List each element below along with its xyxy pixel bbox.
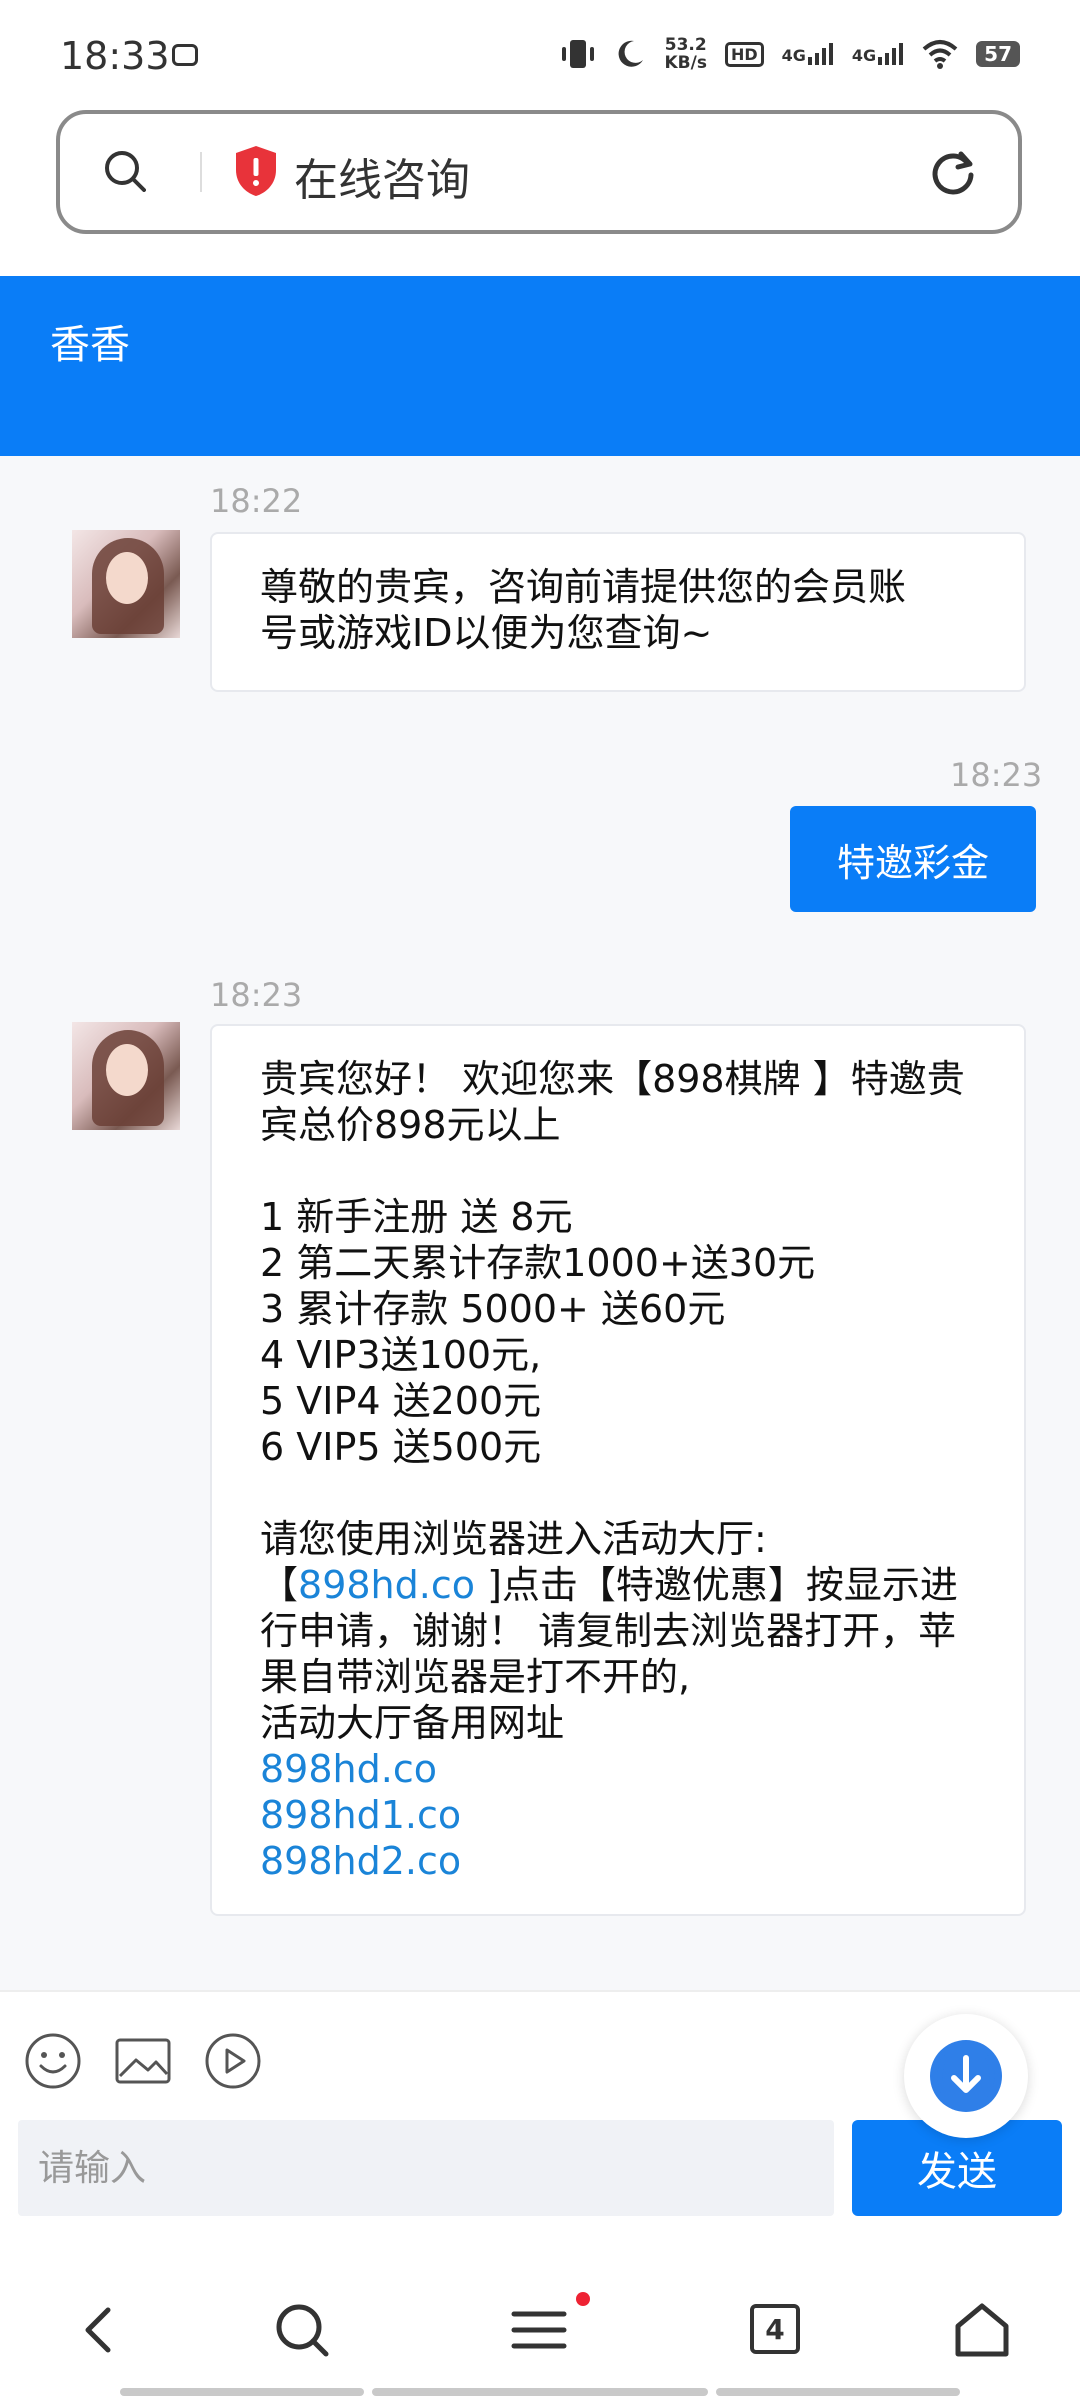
browser-toolbar: 在线咨询 [0,110,1080,276]
signal-2: 4G [852,43,904,65]
link-898hd[interactable]: 898hd.co [298,1563,475,1607]
message-line: 行申请，谢谢！ 请复制去浏览器打开，苹 [260,1609,957,1653]
gesture-bar [716,2388,960,2396]
message-line: 5 VIP4 送200元 [260,1379,542,1423]
message-text: ]点击【特邀优惠】按显示进 [474,1563,958,1607]
message-bubble: 贵宾您好！ 欢迎您来【898棋牌 】特邀贵 宾总价898元以上 1 新手注册 送… [210,1024,1026,1916]
page-title[interactable]: 在线咨询 [294,144,470,208]
message-timestamp: 18:23 [950,756,1043,794]
video-icon[interactable] [204,2032,262,2090]
message-line: 6 VIP5 送500元 [260,1425,542,1469]
bottom-navigation: 4 [0,2250,1080,2400]
message-line: 贵宾您好！ 欢迎您来【898棋牌 】特邀贵 [260,1057,965,1101]
divider [200,152,202,192]
message-timestamp: 18:23 [210,976,303,1014]
gesture-bar [120,2388,364,2396]
wifi-icon [922,40,958,69]
home-icon[interactable] [952,2300,1012,2360]
tabs-button[interactable]: 4 [750,2304,800,2354]
message-line: 宾总价898元以上 [260,1103,561,1147]
signal-bars-icon [807,43,833,65]
status-bar: 18:33 53.2 KB/s HD 4G 4G 57 [0,0,1080,110]
message-line: 果自带浏览器是打不开的, [260,1655,691,1699]
link-898hd1[interactable]: 898hd1.co [260,1792,976,1838]
message-bubble: 尊敬的贵宾，咨询前请提供您的会员账 号或游戏ID以便为您查询~ [210,532,1026,692]
download-icon [930,2040,1002,2112]
message-line: 活动大厅备用网址 [260,1701,565,1745]
chat-header: 香香 [0,276,1080,456]
link-898hd2[interactable]: 898hd2.co [260,1838,976,1884]
battery-icon: 57 [976,41,1020,67]
status-icons: 53.2 KB/s HD 4G 4G 57 [560,36,1020,72]
search-icon[interactable] [104,150,146,192]
message-line: 1 新手注册 送 8元 [260,1195,573,1239]
shield-icon[interactable] [232,144,280,198]
message-line [260,1148,976,1194]
net-speed: 53.2 KB/s [664,35,707,73]
signal-bars-icon [878,43,904,65]
moon-icon [619,40,644,67]
signal-1: 4G [782,43,834,65]
avatar[interactable] [72,530,180,638]
emoji-icon[interactable] [24,2032,82,2090]
message-timestamp: 18:22 [210,482,303,520]
reload-icon[interactable] [928,148,978,198]
agent-name: 香香 [50,322,130,368]
link-898hd[interactable]: 898hd.co [260,1746,976,1792]
back-icon[interactable] [70,2300,130,2360]
send-button-label: 发送 [917,2149,997,2195]
bracket-text: 【 [260,1563,299,1607]
avatar[interactable] [72,1022,180,1130]
hd-badge: HD [724,41,764,67]
message-line [260,1470,976,1516]
message-line: 请您使用浏览器进入活动大厅: [260,1517,767,1561]
sent-message-bubble: 特邀彩金 [790,806,1036,912]
search-icon[interactable] [272,2300,332,2360]
message-line: 2 第二天累计存款1000+送30元 [260,1241,816,1285]
message-line: 号或游戏ID以便为您查询~ [260,611,713,655]
message-text: 特邀彩金 [836,840,989,885]
status-time: 18:33 [60,34,170,78]
address-bar[interactable]: 在线咨询 [56,110,1022,234]
notification-dot [576,2292,590,2306]
image-icon[interactable] [114,2032,172,2090]
message-input[interactable] [18,2120,834,2216]
tab-count: 4 [765,2312,785,2346]
download-floating-button[interactable] [904,2014,1028,2138]
message-line: 尊敬的贵宾，咨询前请提供您的会员账 [260,565,907,609]
vibrate-icon [562,40,595,68]
gesture-bar [372,2388,708,2396]
message-line: 3 累计存款 5000+ 送60元 [260,1287,726,1331]
tv-icon [172,44,198,66]
message-line: 4 VIP3送100元, [260,1333,542,1377]
menu-icon[interactable] [510,2300,570,2360]
message-line: 【898hd.co ]点击【特邀优惠】按显示进 [260,1562,976,1608]
